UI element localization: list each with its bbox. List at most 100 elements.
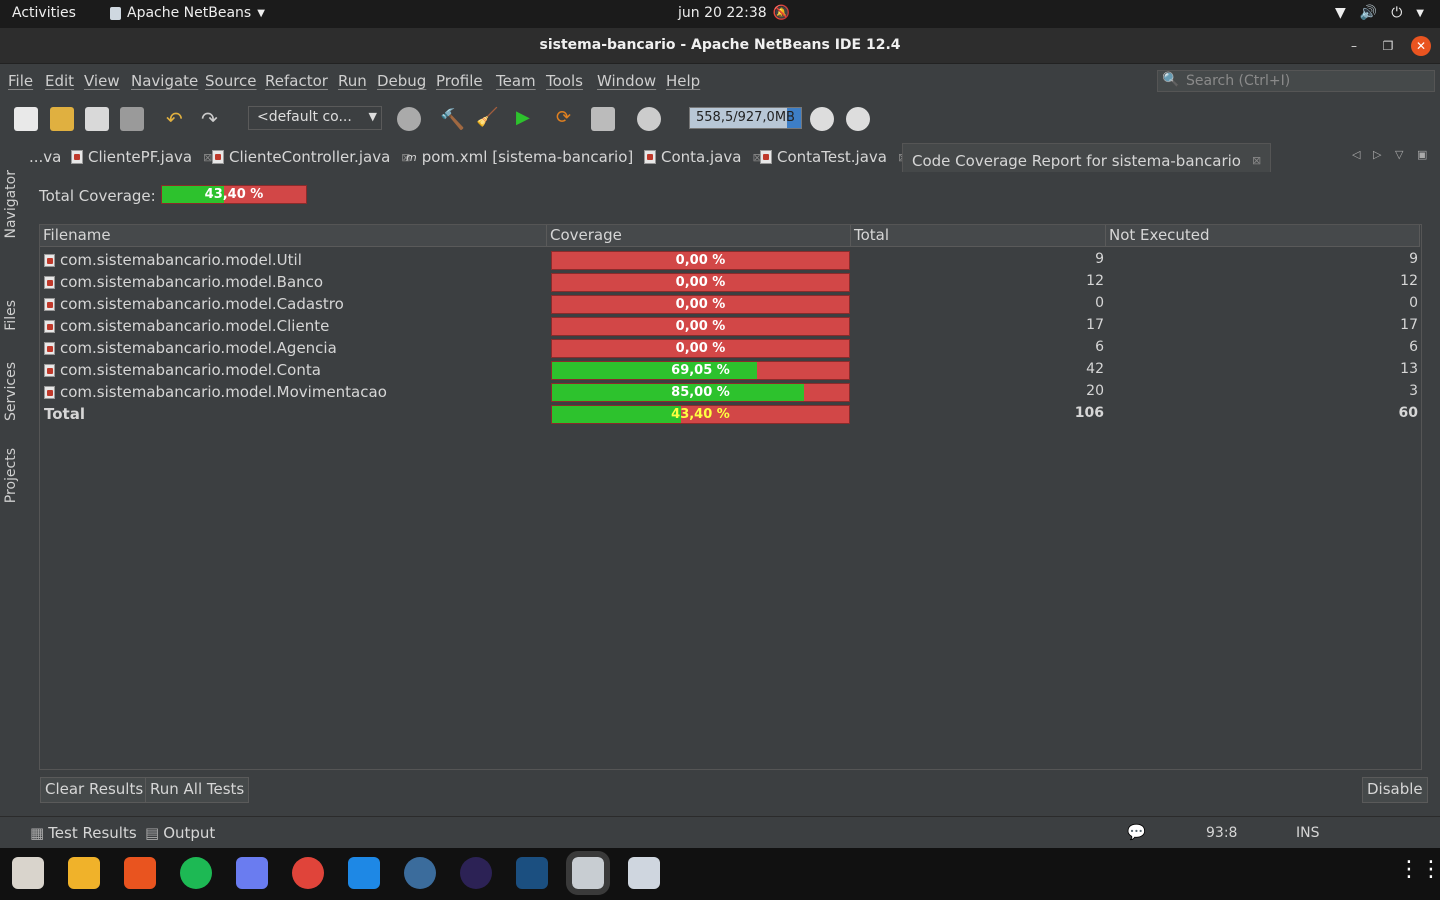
side-tab-navigator[interactable]: Navigator — [3, 170, 19, 239]
tab-clientecontroller[interactable]: ClienteController.java ⊠ — [212, 148, 410, 166]
coverage-value: 69,05 % — [671, 363, 730, 378]
table-row[interactable]: com.sistemabancario.model.Agencia 0,00 % 6… — [40, 338, 1421, 360]
filename: com.sistemabancario.model.Cadastro — [60, 295, 344, 313]
tab-contatest[interactable]: ContaTest.java⊠ — [760, 148, 907, 166]
menu-help[interactable]: Help — [666, 72, 700, 90]
save-all-icon[interactable] — [120, 107, 144, 131]
chevron-down-icon: ▼ — [1416, 7, 1424, 19]
tab-list-icon[interactable]: ▽ — [1395, 148, 1403, 161]
clear-results-button[interactable]: Clear Results — [40, 777, 149, 803]
menu-refactor[interactable]: Refactor — [265, 72, 328, 90]
netbeans-app-icon[interactable] — [566, 851, 610, 895]
menu-window[interactable]: Window — [597, 72, 656, 90]
chrome-app-icon[interactable] — [292, 857, 324, 889]
redo-icon[interactable]: ↷ — [201, 107, 225, 131]
gc-icon[interactable] — [810, 107, 834, 131]
tab-clientepf[interactable]: ClientePF.java ⊠ — [71, 148, 212, 166]
profiler-snapshot-icon[interactable] — [846, 107, 870, 131]
undo-icon[interactable]: ↶ — [166, 107, 190, 131]
menu-view[interactable]: View — [84, 72, 120, 90]
coverage-bar: 85,00 % — [551, 383, 850, 402]
table-row[interactable]: com.sistemabancario.model.Movimentacao 85… — [40, 382, 1421, 404]
profile-icon[interactable] — [637, 107, 661, 131]
menu-profile[interactable]: Profile — [436, 72, 483, 90]
run-icon[interactable]: ▶ — [516, 107, 540, 131]
system-tray[interactable]: ▼ 🔊 ⏻ ▼ — [1335, 5, 1424, 21]
not-executed-cell: 17 — [1400, 317, 1418, 333]
test-icon[interactable] — [591, 107, 615, 131]
scroll-right-icon[interactable]: ▷ — [1373, 148, 1381, 161]
tab-conta[interactable]: Conta.java ⊠ — [644, 148, 762, 166]
spotify-app-icon[interactable] — [180, 857, 212, 889]
column-header-coverage[interactable]: Coverage — [547, 225, 851, 247]
java-file-icon — [44, 275, 55, 289]
java-file-icon — [44, 319, 55, 333]
app-menu[interactable]: Apache NetBeans ▼ — [110, 5, 265, 21]
test-results-tab[interactable]: ▦ Test Results — [30, 824, 137, 842]
app-name: Apache NetBeans — [127, 5, 252, 21]
tab-pom[interactable]: mpom.xml [sistema-bancario]⊠ — [406, 148, 653, 166]
activities-button[interactable]: Activities — [12, 5, 76, 21]
table-row[interactable]: com.sistemabancario.model.Util 0,00 % 9 9 — [40, 250, 1421, 272]
filename: com.sistemabancario.model.Agencia — [60, 339, 337, 357]
side-tab-files[interactable]: Files — [3, 300, 19, 331]
menu-navigate[interactable]: Navigate — [131, 72, 198, 90]
new-project-icon[interactable] — [50, 107, 74, 131]
menu-file[interactable]: File — [8, 72, 33, 90]
maximize-panel-icon[interactable]: ▣ — [1417, 148, 1427, 161]
memory-indicator[interactable]: 558,5/927,0MB — [689, 107, 802, 129]
table-row[interactable]: com.sistemabancario.model.Conta 69,05 % 42… — [40, 360, 1421, 382]
total-row[interactable]: Total 43,40 % 106 60 — [40, 404, 1421, 426]
debug-icon[interactable]: ⟳ — [556, 107, 580, 131]
virtualbox-app-icon[interactable] — [628, 857, 660, 889]
screenshot-app-icon[interactable] — [236, 857, 268, 889]
tab-coverage-report[interactable]: Code Coverage Report for sistema-bancari… — [902, 143, 1272, 172]
show-apps-icon[interactable]: ⋮⋮ — [1398, 857, 1440, 889]
tab-label: ...va — [29, 148, 62, 166]
minimize-button[interactable]: – — [1344, 36, 1364, 56]
column-header-filename[interactable]: Filename — [40, 225, 547, 247]
output-tab[interactable]: ▤ Output — [145, 824, 215, 842]
open-project-icon[interactable] — [85, 107, 109, 131]
eclipse-app-icon[interactable] — [460, 857, 492, 889]
new-file-icon[interactable] — [14, 107, 38, 131]
globe-icon[interactable] — [397, 107, 421, 131]
table-row[interactable]: com.sistemabancario.model.Cadastro 0,00 %… — [40, 294, 1421, 316]
table-row[interactable]: com.sistemabancario.model.Cliente 0,00 % 1… — [40, 316, 1421, 338]
side-tab-projects[interactable]: Projects — [3, 448, 19, 503]
run-all-tests-button[interactable]: Run All Tests — [145, 777, 250, 803]
calculator-app-icon[interactable] — [68, 857, 100, 889]
scroll-left-icon[interactable]: ◁ — [1352, 148, 1360, 161]
menu-tools[interactable]: Tools — [546, 72, 583, 90]
clock[interactable]: jun 20 22:38 🔕 — [678, 5, 790, 21]
menu-team[interactable]: Team — [496, 72, 536, 90]
pgadmin-app-icon[interactable] — [404, 857, 436, 889]
build-icon[interactable]: 🔨 — [440, 107, 465, 131]
software-app-icon[interactable] — [124, 857, 156, 889]
menu-edit[interactable]: Edit — [45, 72, 74, 90]
files-app-icon[interactable] — [12, 857, 44, 889]
menu-source[interactable]: Source — [205, 72, 257, 90]
tab-truncated[interactable]: ...va — [29, 148, 61, 166]
clean-build-icon[interactable]: 🧹 — [476, 107, 500, 131]
maximize-button[interactable]: ❐ — [1378, 36, 1398, 56]
side-tab-services[interactable]: Services — [3, 362, 19, 421]
menu-debug[interactable]: Debug — [377, 72, 426, 90]
notification-icon[interactable]: 💬 — [1127, 823, 1146, 841]
vscode-app-icon[interactable] — [348, 857, 380, 889]
filename: com.sistemabancario.model.Util — [60, 251, 302, 269]
menu-run[interactable]: Run — [338, 72, 367, 90]
column-header-total[interactable]: Total — [851, 225, 1106, 247]
mysql-workbench-app-icon[interactable] — [516, 857, 548, 889]
column-header-not-executed[interactable]: Not Executed — [1106, 225, 1420, 247]
chevron-down-icon: ▼ — [368, 110, 377, 123]
close-button[interactable]: ✕ — [1411, 36, 1431, 56]
test-results-label: Test Results — [48, 824, 137, 842]
total-cell: 12 — [1086, 273, 1104, 289]
search-input[interactable]: 🔍 Search (Ctrl+I) — [1157, 70, 1435, 92]
close-tab-icon[interactable]: ⊠ — [203, 151, 212, 164]
table-row[interactable]: com.sistemabancario.model.Banco 0,00 % 12 1… — [40, 272, 1421, 294]
configuration-select[interactable]: <default co... ▼ — [248, 106, 382, 130]
disable-button[interactable]: Disable — [1362, 777, 1428, 803]
close-tab-icon[interactable]: ⊠ — [1252, 154, 1261, 167]
